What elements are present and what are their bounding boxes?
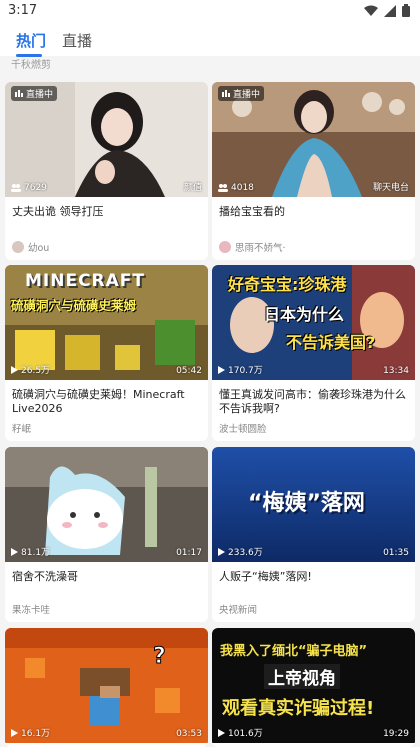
previous-card-author: 千秋燃剪 [11,60,51,71]
card-thumbnail: 直播中 4018 聊天电台 [212,82,415,197]
card-thumbnail: “梅姨”落网 233.6万 01:35 [212,447,415,562]
view-count: 233.6万 [218,545,263,558]
live-label: 直播中 [26,90,54,100]
view-count: 26.5万 [11,363,50,376]
thumbnail-title-line-2: 日本为什么 [264,305,345,324]
play-icon [218,547,225,556]
author-name: 思雨不娇气· [235,243,286,254]
author-name: 幼ou [28,243,50,254]
card-author: 果冻卡哇 [12,602,50,616]
video-card[interactable]: ? 16.1万 03:53 [5,628,208,747]
live-category: 聊天电台 [372,183,409,193]
card-author: 思雨不娇气· [219,240,286,254]
author-name: 央视新闻 [219,605,258,616]
video-card[interactable]: MINECRAFT 硫磺洞穴与硫磺史莱姆 26.5万 05:42 硫磺洞穴与硫磺… [5,265,208,441]
video-duration: 01:17 [176,548,202,558]
live-badge: 直播中 [218,86,265,101]
status-icons [364,4,410,17]
play-icon [11,547,18,556]
tab-live[interactable]: 直播 [62,30,92,51]
thumbnail-title-line-1: 好奇宝宝:珍珠港 [228,275,347,294]
thumbnail-title: “梅姨”落网 [248,491,365,516]
card-title: 丈夫出诡 领导打压 [12,205,104,218]
live-category: 颜值 [183,183,202,193]
tab-bar: 热门 直播 [0,24,420,56]
view-count-value: 81.1万 [21,548,51,558]
status-bar: 3:17 [0,0,420,24]
thumbnail-title-line-3: 观看真实诈骗过程! [222,698,375,719]
viewer-count-value: 4018 [231,183,254,193]
video-card[interactable]: 直播中 7629 颜值 丈夫出诡 领导打压 幼ou [5,82,208,260]
card-thumbnail: 81.1万 01:17 [5,447,208,562]
card-title: 硫磺洞穴与硫磺史莱姆！Minecraft Live2026 [12,388,185,415]
card-thumbnail: 直播中 7629 颜值 [5,82,208,197]
thumbnail-title-line-3: 不告诉美国? [286,333,376,352]
battery-icon [402,4,410,17]
viewer-count: 4018 [218,183,254,193]
video-duration: 13:34 [383,366,409,376]
video-duration: 03:53 [176,729,202,739]
thumbnail-title-line-2: 硫磺洞穴与硫磺史莱姆 [11,298,137,313]
people-icon [218,184,228,192]
play-icon [11,365,18,374]
view-count: 16.1万 [11,726,50,739]
video-duration: 01:35 [383,548,409,558]
wifi-icon [364,5,378,16]
card-thumbnail: MINECRAFT 硫磺洞穴与硫磺史莱姆 26.5万 05:42 [5,265,208,380]
play-icon [218,365,225,374]
video-duration: 19:29 [383,729,409,739]
author-name: 波士顿圆脸 [219,424,267,435]
card-title: 人贩子“梅姨”落网! [219,570,312,583]
video-duration: 05:42 [176,366,202,376]
svg-text:?: ? [153,644,166,669]
card-author: 央视新闻 [219,602,257,616]
card-author: 籽岷 [12,421,31,435]
thumbnail-title-line-1: 我黑入了缅北“骗子电脑” [220,644,368,659]
thumbnail-title-line-2: 上帝视角 [264,664,340,689]
view-count: 101.6万 [218,726,263,739]
view-count-value: 170.7万 [228,366,263,376]
view-count: 170.7万 [218,363,263,376]
avatar [219,241,231,253]
view-count-value: 26.5万 [21,366,51,376]
author-name: 果冻卡哇 [12,605,51,616]
play-icon [11,728,18,737]
live-bars-icon [222,90,230,97]
video-card[interactable]: 81.1万 01:17 宿舍不洗澡哥 果冻卡哇 [5,447,208,622]
status-time: 3:17 [8,3,38,18]
card-author: 波士顿圆脸 [219,421,267,435]
viewer-count: 7629 [11,183,47,193]
video-card[interactable]: “梅姨”落网 233.6万 01:35 人贩子“梅姨”落网! 央视新闻 [212,447,415,622]
viewer-count-value: 7629 [24,183,47,193]
live-badge: 直播中 [11,86,58,101]
card-thumbnail: 我黑入了缅北“骗子电脑” 上帝视角 观看真实诈骗过程! 101.6万 19:29 [212,628,415,743]
signal-icon [384,4,396,17]
video-card[interactable]: 直播中 4018 聊天电台 播给宝宝看的 思雨不娇气· [212,82,415,260]
author-name: 籽岷 [12,424,32,435]
live-bars-icon [15,90,23,97]
people-icon [11,184,21,192]
live-label: 直播中 [233,90,261,100]
video-card[interactable]: 好奇宝宝:珍珠港 日本为什么 不告诉美国? 170.7万 13:34 懂王真诚发… [212,265,415,441]
card-title: 宿舍不洗澡哥 [12,570,78,583]
thumbnail-title-line-1: MINECRAFT [25,271,146,291]
card-thumbnail: 好奇宝宝:珍珠港 日本为什么 不告诉美国? 170.7万 13:34 [212,265,415,380]
card-title: 懂王真诚发问高市：偷袭珍珠港为什么不告诉我啊? [219,388,406,415]
card-thumbnail: ? 16.1万 03:53 [5,628,208,743]
card-title: 播给宝宝看的 [219,205,285,218]
view-count-value: 16.1万 [21,729,51,739]
tab-hot[interactable]: 热门 [16,30,46,51]
card-author: 幼ou [12,240,49,254]
view-count-value: 101.6万 [228,729,263,739]
play-icon [218,728,225,737]
video-card[interactable]: 我黑入了缅北“骗子电脑” 上帝视角 观看真实诈骗过程! 101.6万 19:29 [212,628,415,747]
avatar [12,241,24,253]
view-count-value: 233.6万 [228,548,263,558]
view-count: 81.1万 [11,545,50,558]
